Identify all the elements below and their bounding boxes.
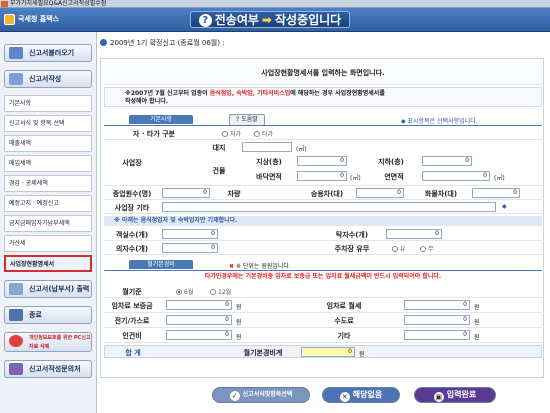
above-floors-input[interactable]: 0 [297,156,347,166]
land-area-input[interactable] [242,142,292,152]
app-icon [1,1,8,7]
sidebar-item-preliminary[interactable]: 예정고지 · 예정신고 [4,195,92,212]
sidebar-item-penalty[interactable]: 가산세 [4,235,92,252]
window-titlebar: 부가가치세필요Q&A신고서작성필수점 [0,0,550,8]
hometax-logo-icon [4,14,15,25]
row-site-other: 사업장 기타 ◆ [104,200,542,214]
rent-warning: 타가인경우에는 기본경비중 임차료 보증금 또는 임차료 월세금액이 반드시 입… [204,273,442,280]
radio-own[interactable]: 자가 [222,129,241,138]
tab-basic: 기본사항 [129,115,193,124]
row-employees: 종업원수(명) 0 차량 승용차(대) 0 화물차(대) 0 [104,186,542,200]
other-expense-input[interactable]: 0 [404,330,470,340]
bottom-actions: ✓ 신고서식및항목선택 ✕ 해당없음 ▣ 입력완료 [100,384,544,406]
sidebar-item-sales-tax[interactable]: 매출세액 [4,135,92,152]
rooms-input[interactable]: 0 [162,229,218,239]
radio-month-6[interactable]: 6월 [176,287,193,296]
bullet-icon [100,39,107,46]
sidebar-item-purchase-tax[interactable]: 매입세액 [4,155,92,172]
print-return-button[interactable]: 신고서(납부서) 출력 [4,280,92,298]
row-labor: 인건비 0 원 기타 0 원 [104,328,542,343]
book-icon [9,363,23,375]
contact-button[interactable]: 신고서작성문의처 [4,360,92,378]
sidebar-item-basic[interactable]: 기본사항 [4,95,92,112]
car-count-input[interactable]: 0 [356,188,404,198]
notice-box: ※2007년 7월 신고부터 업종이 음식점업, 숙박업, 기타서비스업에 해당… [104,87,542,107]
tab-expense: 월기본경비 [129,260,193,269]
check-icon: ✓ [229,391,240,401]
question-icon: ? [198,14,212,27]
hometax-logo: 국세청 홈택스 [4,13,59,26]
total-expense-field: 0 [301,347,355,357]
radio-rent[interactable]: 타가 [254,129,273,138]
optional-diamond-icon: ◆ [502,203,507,210]
row-utilities: 전기/가스료 0 원 수도료 0 원 [104,313,542,328]
input-complete-button[interactable]: ▣ 입력완료 [414,387,496,403]
unit-note: ✖ ※ 단위는 원원입니다. [229,263,291,270]
monthly-rent-input[interactable]: 0 [404,300,470,310]
row-rooms: 객실수(개) 0 탁자수(개) 0 [104,227,542,241]
load-return-button[interactable]: 신고서불러오기 [4,44,92,62]
below-floors-input[interactable]: 0 [422,156,472,166]
total-area-input[interactable]: 0 [422,171,490,181]
tables-input[interactable]: 0 [386,229,442,239]
close-icon: ✕ [339,392,350,402]
row-chairs: 의자수(개) 0 주차장 유무 유 무 [104,241,542,255]
delete-pc-data-button[interactable]: 개인정보보호를 위한 PC신고자료 삭제 [4,332,92,352]
window-title: 부가가치세필요Q&A신고서작성필수점 [10,0,107,7]
status-right: 작성중입니다 [274,13,342,27]
no-entry-icon [9,335,23,347]
form-select-button[interactable]: ✓ 신고서식및항목선택 [212,387,310,403]
folder-icon [9,47,23,59]
site-other-input[interactable] [162,202,496,212]
row-site: 사업장 대지 (㎡) 건물 지상(층) 0 지하(층) 0 바닥면적 0 (㎡)… [104,140,542,186]
sidebar-item-form-select[interactable]: 신고서식 및 항목 선택 [4,115,92,132]
food-note: ※ 아래는 음식점업자 및 숙박업자만 기재합니다. [104,216,542,226]
close-icon: ✖ [229,263,235,270]
row-month: 월기준 6월 12월 [104,284,542,298]
power-gas-input[interactable]: 0 [166,315,232,325]
door-icon [9,309,23,321]
status-left: 전송여부 [214,13,259,27]
radio-month-12[interactable]: 12월 [210,287,231,296]
exit-button[interactable]: 종료 [4,306,92,324]
radio-parking-no[interactable]: 무 [420,244,434,253]
top-banner: 국세청 홈택스 ? 전송여부 ➡ 작성중입니다 [0,8,550,32]
water-input[interactable]: 0 [404,315,470,325]
arrow-right-icon: ➡ [261,13,272,27]
total-row: 합 계 월기본경비계 0 원 [104,345,542,358]
labor-input[interactable]: 0 [166,330,232,340]
truck-count-input[interactable]: 0 [472,188,520,198]
sidebar-item-deduction[interactable]: 경감 · 공제세액 [4,175,92,192]
sidebar: 신고서불러오기 신고서작성 기본사항 신고서식 및 항목 선택 매출세액 매입세… [0,32,97,413]
intro-text: 사업장현황명세서를 입력하는 화면입니다. [104,61,542,85]
radio-parking-yes[interactable]: 유 [392,244,406,253]
sidebar-item-gold[interactable]: 금지금매입자기납부세액 [4,215,92,232]
optional-note: ◆ 표시항목은 선택사항입니다. [401,118,478,125]
period-subtitle: 2009년 1기 확정신고 (종료월 06월) : [100,38,225,48]
main-panel: 사업장현황명세서를 입력하는 화면입니다. ※2007년 7월 신고부터 업종이… [100,58,544,378]
question-icon: ? [236,116,240,123]
row-deposit: 임차료 보증금 0 원 임차료 월세 0 원 [104,298,542,313]
employees-input[interactable]: 0 [162,188,210,198]
printer-icon [9,283,23,295]
deposit-input[interactable]: 0 [166,300,232,310]
floor-area-input[interactable]: 0 [297,171,347,181]
sidebar-item-site-status[interactable]: 사업장현황명세서 [4,255,92,272]
divider [104,270,542,271]
row-ownership: 자 · 타가 구분 자가 타가 [104,126,542,140]
chairs-input[interactable]: 0 [162,243,218,253]
status-banner: ? 전송여부 ➡ 작성중입니다 [190,11,350,28]
save-icon: ▣ [433,392,444,402]
pen-icon [9,73,23,85]
not-applicable-button[interactable]: ✕ 해당없음 [322,387,400,403]
write-return-button[interactable]: 신고서작성 [4,70,92,88]
